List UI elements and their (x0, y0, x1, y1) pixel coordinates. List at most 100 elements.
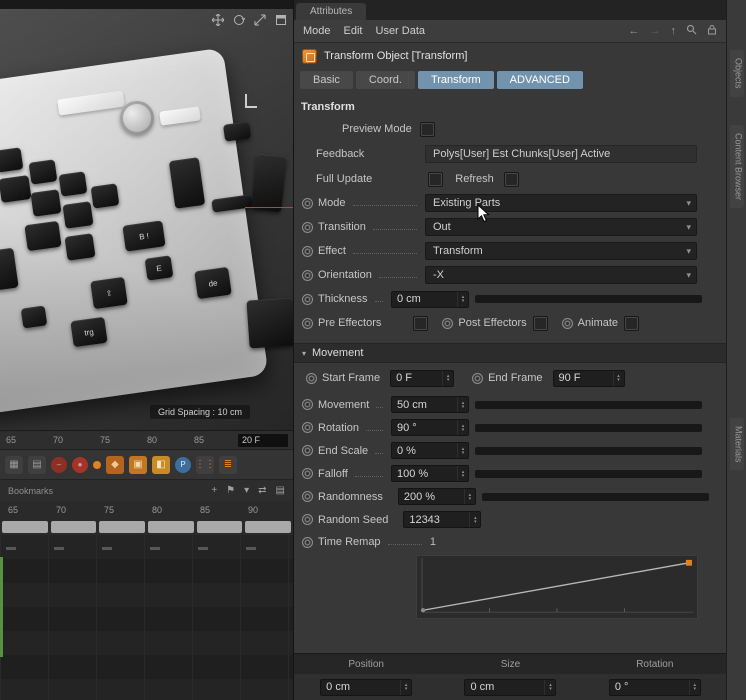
param-value-field[interactable]: 0 %▴▾ (391, 442, 469, 459)
dropdown-icon[interactable]: ▾ (244, 485, 249, 496)
dope-sheet-icon[interactable]: ⋮⋮ (196, 456, 214, 474)
keyframe-bar-segment[interactable] (2, 521, 48, 533)
stepper-down-icon[interactable]: ▾ (462, 474, 465, 478)
tab-coord[interactable]: Coord. (356, 71, 415, 89)
keyframe-circle-icon[interactable] (302, 491, 313, 502)
dock-tab-objects[interactable]: Objects (730, 50, 744, 97)
keyframe-circle-icon[interactable] (302, 318, 313, 329)
param-value-field[interactable]: 50 cm▴▾ (391, 396, 469, 413)
stepper-down-icon[interactable]: ▾ (469, 497, 472, 501)
pre-effectors-checkbox[interactable] (413, 316, 428, 331)
menu-user-data[interactable]: User Data (376, 25, 426, 37)
param-slider[interactable] (475, 401, 702, 409)
stepper-down-icon[interactable]: ▾ (462, 428, 465, 432)
flag-icon[interactable]: ⚑ (226, 485, 235, 496)
stepper-arrows[interactable]: ▴▾ (689, 680, 700, 695)
stepper-arrows[interactable]: ▴▾ (442, 371, 453, 386)
param-value-field[interactable]: 90 °▴▾ (391, 419, 469, 436)
keyframe-circle-icon[interactable] (562, 318, 573, 329)
stepper-arrows[interactable]: ▴▾ (457, 292, 468, 307)
start-frame-field[interactable]: 0 F ▴▾ (390, 370, 454, 387)
keyframe-circle-icon[interactable] (302, 537, 313, 548)
stepper-down-icon[interactable]: ▾ (405, 687, 408, 691)
keyframe-circle-icon[interactable] (302, 399, 313, 410)
tab-attributes[interactable]: Attributes (296, 3, 366, 20)
dope-sheet-tracks[interactable] (0, 535, 293, 700)
keyframe-circle-icon[interactable] (472, 373, 483, 384)
stepper-arrows[interactable]: ▴▾ (457, 443, 468, 458)
search-icon[interactable] (686, 24, 697, 38)
transition-dropdown[interactable]: Out ▾ (425, 218, 697, 236)
keyframe-dot-icon[interactable] (93, 461, 101, 469)
lock-icon[interactable] (707, 24, 717, 38)
spline-graph[interactable] (416, 555, 698, 619)
thickness-slider[interactable] (475, 295, 702, 303)
maximize-icon[interactable] (274, 13, 288, 27)
param-slider[interactable] (475, 424, 702, 432)
zoom-icon[interactable] (253, 13, 267, 27)
dock-tab-content-browser[interactable]: Content Browser (730, 125, 744, 208)
post-effectors-checkbox[interactable] (533, 316, 548, 331)
keyframe-circle-icon[interactable] (302, 445, 313, 456)
stepper-arrows[interactable]: ▴▾ (400, 680, 411, 695)
fcurve-mode-icon[interactable]: ≣ (219, 456, 237, 474)
menu-edit[interactable]: Edit (344, 25, 363, 37)
effect-dropdown[interactable]: Transform ▾ (425, 242, 697, 260)
key-selection-icon[interactable]: ▣ (129, 456, 147, 474)
stepper-arrows[interactable]: ▴▾ (464, 489, 475, 504)
stepper-arrows[interactable]: ▴▾ (613, 371, 624, 386)
stepper-arrows[interactable]: ▴▾ (457, 397, 468, 412)
keyframe-circle-icon[interactable] (302, 468, 313, 479)
keyframe-bar-segment[interactable] (197, 521, 243, 533)
keyframe-bar-segment[interactable] (51, 521, 97, 533)
keyframe-bar-segment[interactable] (245, 521, 291, 533)
options-icon[interactable]: ▤ (276, 485, 285, 496)
keyframe-circle-icon[interactable] (302, 222, 313, 233)
dock-tab-materials[interactable]: Materials (730, 418, 744, 471)
swap-icon[interactable]: ⇄ (258, 485, 266, 496)
magnet-keys-icon[interactable]: ◧ (152, 456, 170, 474)
record-active-icon[interactable]: ● (72, 457, 88, 473)
preview-mode-checkbox[interactable] (420, 122, 435, 137)
keyframe-circle-icon[interactable] (302, 198, 313, 209)
timeline-ruler[interactable]: 6570758085 20 F (0, 430, 293, 449)
keyframe-bar-segment[interactable] (148, 521, 194, 533)
stepper-down-icon[interactable]: ▾ (549, 687, 552, 691)
viewport-3d[interactable]: B !Ede⇧trg Grid Spacing : 10 cm (0, 9, 293, 430)
param-value-field[interactable]: 12343▴▾ (403, 511, 481, 528)
stepper-down-icon[interactable]: ▾ (474, 520, 477, 524)
layers-icon[interactable]: ▤ (28, 456, 46, 474)
keyframe-circle-icon[interactable] (302, 270, 313, 281)
stepper-arrows[interactable]: ▴▾ (544, 680, 555, 695)
tab-transform[interactable]: Transform (418, 71, 494, 89)
stepper-down-icon[interactable]: ▾ (462, 405, 465, 409)
grid-icon[interactable]: ▦ (5, 456, 23, 474)
full-update-checkbox[interactable] (428, 172, 443, 187)
orientation-dropdown[interactable]: -X ▾ (425, 266, 697, 284)
param-value-field[interactable]: 200 %▴▾ (398, 488, 476, 505)
position-x-field[interactable]: 0 cm ▴▾ (320, 679, 412, 696)
stepper-down-icon[interactable]: ▾ (447, 378, 450, 382)
time-remap-curve[interactable] (416, 555, 698, 619)
menu-mode[interactable]: Mode (303, 25, 331, 37)
keyframe-circle-icon[interactable] (302, 422, 313, 433)
tab-basic[interactable]: Basic (300, 71, 353, 89)
up-icon[interactable]: ↑ (671, 25, 677, 37)
keyframe-circle-icon[interactable] (302, 246, 313, 257)
param-slider[interactable] (475, 470, 702, 478)
dope-sheet-ruler[interactable]: 657075808590 (0, 501, 293, 519)
refresh-checkbox[interactable] (504, 172, 519, 187)
animate-checkbox[interactable] (624, 316, 639, 331)
forward-icon[interactable]: → (650, 25, 661, 37)
autokey-icon[interactable]: ◆ (106, 456, 124, 474)
size-x-field[interactable]: 0 cm ▴▾ (464, 679, 556, 696)
stepper-arrows[interactable]: ▴▾ (457, 420, 468, 435)
thickness-value-field[interactable]: 0 cm ▴▾ (391, 291, 469, 308)
collapse-triangle-icon[interactable]: ▾ (302, 349, 306, 358)
param-slider[interactable] (482, 493, 709, 501)
mode-dropdown[interactable]: Existing Parts ▾ (425, 194, 697, 212)
movement-section-header[interactable]: ▾ Movement (294, 343, 726, 363)
keyframe-circle-icon[interactable] (302, 294, 313, 305)
tab-advanced[interactable]: ADVANCED (497, 71, 583, 89)
stepper-arrows[interactable]: ▴▾ (469, 512, 480, 527)
